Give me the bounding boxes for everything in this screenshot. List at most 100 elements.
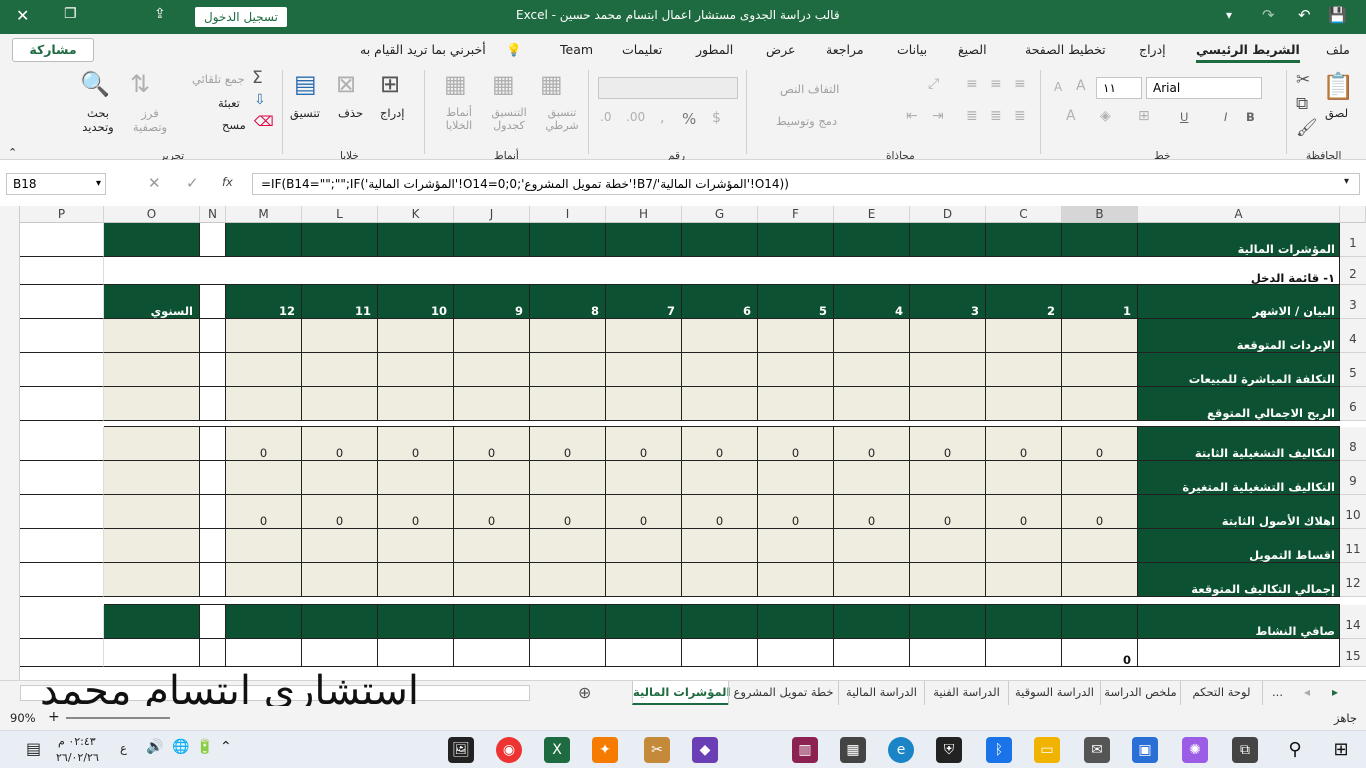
restore-icon[interactable]: ❐ [64,6,77,22]
snipping-icon[interactable]: ✂ [644,737,670,763]
cell[interactable]: 5 [758,285,834,319]
cell[interactable] [200,529,226,563]
tab-home[interactable]: الشريط الرئيسي [1196,42,1300,63]
row-header-10[interactable]: 10 [1340,495,1366,529]
ribbon-display-icon[interactable]: ⇪ [154,6,166,22]
decrease-font-icon[interactable]: A [1054,80,1062,94]
sheet-tab[interactable]: ... [1262,681,1292,705]
name-box[interactable]: B18 ▾ [6,173,106,195]
row-label[interactable]: الربح الاجمالي المتوقع [1138,387,1340,421]
tab-help[interactable]: تعليمات [622,42,662,57]
cell[interactable] [200,387,226,421]
photos-icon[interactable]: 🖼 [448,737,474,763]
cell[interactable]: 0 [682,427,758,461]
cell[interactable] [530,387,606,421]
align-right-icon[interactable]: ≣ [1014,108,1026,124]
cell[interactable] [20,563,104,597]
cell[interactable] [606,639,682,667]
edge-icon[interactable]: e [888,737,914,763]
format-cells-icon[interactable]: ▤ [294,70,317,98]
task-view-icon[interactable]: ⧉ [1232,737,1258,763]
language-indicator[interactable]: ع [120,741,127,755]
comma-icon[interactable]: , [660,110,664,126]
tab-file[interactable]: ملف [1326,42,1350,57]
align-center-icon[interactable]: ≣ [990,108,1002,124]
cell[interactable] [226,639,302,667]
cell[interactable] [20,285,104,319]
sheet-tab[interactable]: لوحة التحكم [1180,681,1262,705]
customize-qat-icon[interactable]: ▾ [1226,8,1232,22]
cell[interactable]: 0 [910,495,986,529]
cell[interactable] [104,529,200,563]
cell[interactable] [20,223,104,257]
cell[interactable] [986,605,1062,639]
cell[interactable] [834,605,910,639]
cell[interactable] [910,387,986,421]
cell[interactable] [200,427,226,461]
cell[interactable]: 0 [302,427,378,461]
cell[interactable] [1062,563,1138,597]
chevron-down-icon[interactable]: ▾ [96,174,101,194]
align-middle-icon[interactable]: ≡ [990,76,1002,92]
cell[interactable] [20,495,104,529]
cell[interactable] [986,223,1062,257]
row-header-15[interactable]: 15 [1340,639,1366,667]
tab-view[interactable]: عرض [766,42,795,57]
formula-input[interactable]: =IF(B14="";"";IF('المؤشرات المالية'!O14=… [252,173,1360,195]
row-header-11[interactable]: 11 [1340,529,1366,563]
cell[interactable] [606,387,682,421]
insert-cells-button[interactable]: إدراج [380,106,405,120]
align-left-icon[interactable]: ≣ [966,108,978,124]
row-label[interactable]: صافي النشاط [1138,605,1340,639]
cell[interactable] [378,223,454,257]
expand-formula-icon[interactable]: ▾ [1344,176,1349,187]
delete-cells-icon[interactable]: ⊠ [336,70,356,98]
row-header-9[interactable]: 9 [1340,461,1366,495]
scroll-sheets-right-icon[interactable]: ▸ [1332,685,1338,699]
wrap-text-button[interactable]: التفاف النص [780,82,839,96]
clear-button[interactable]: مسح [222,118,246,132]
security-icon[interactable]: ⛨ [936,737,962,763]
share-button[interactable]: مشاركة [12,38,94,62]
cell[interactable]: 0 [530,495,606,529]
cell[interactable] [834,223,910,257]
cell[interactable] [20,427,104,461]
cell[interactable] [454,353,530,387]
battery-icon[interactable]: 🔋 [196,739,213,755]
cell[interactable]: 0 [1062,639,1138,667]
cell[interactable] [758,529,834,563]
cell[interactable] [20,639,104,667]
cell[interactable] [454,387,530,421]
cell[interactable] [530,639,606,667]
column-header-b[interactable]: B [1062,206,1138,223]
cell[interactable]: السنوي [104,285,200,319]
column-header-f[interactable]: F [758,206,834,223]
cell[interactable] [104,319,200,353]
column-header-o[interactable]: O [104,206,200,223]
xampp-icon[interactable]: ✦ [592,737,618,763]
decrease-decimal-icon[interactable]: .0 [600,110,611,124]
tab-data[interactable]: بيانات [897,42,927,57]
cell[interactable] [104,563,200,597]
row-header-14[interactable]: 14 [1340,605,1366,639]
cell[interactable] [1062,387,1138,421]
cell[interactable] [454,223,530,257]
sheet-tab[interactable]: الدراسة المالية [838,681,924,705]
copy-icon[interactable]: ⧉ [1296,94,1308,114]
cell[interactable]: 0 [910,427,986,461]
cell[interactable] [104,495,200,529]
borders-icon[interactable]: ⊞ [1138,108,1150,124]
column-header-m[interactable]: M [226,206,302,223]
cell[interactable] [378,605,454,639]
cell[interactable]: 10 [378,285,454,319]
cell[interactable] [20,387,104,421]
cell[interactable] [910,319,986,353]
cell[interactable] [758,319,834,353]
cell[interactable]: 0 [758,427,834,461]
cell[interactable] [682,319,758,353]
enter-icon[interactable]: ✓ [186,174,199,192]
row-header-12[interactable]: 12 [1340,563,1366,597]
cell[interactable] [104,353,200,387]
scroll-sheets-icon[interactable]: ◂ [1304,685,1310,699]
cell[interactable] [682,529,758,563]
